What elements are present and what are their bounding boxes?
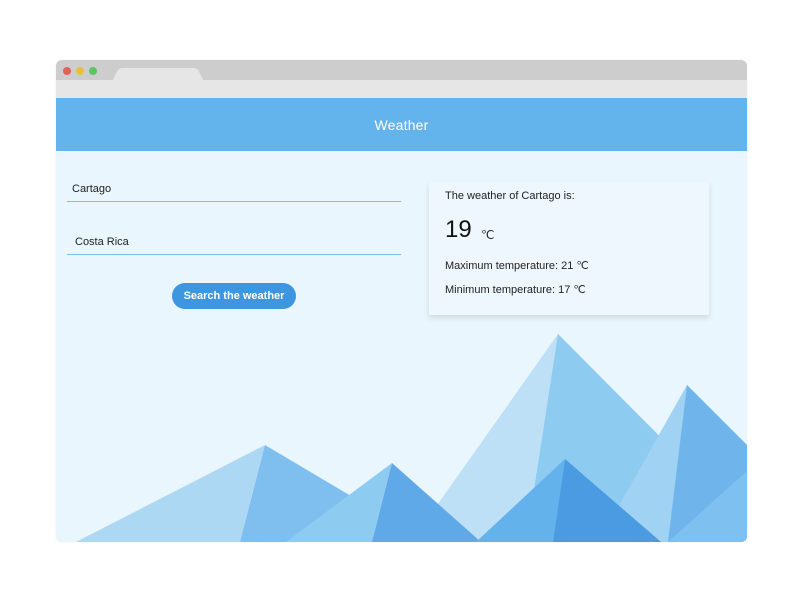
min-temperature: Minimum temperature: 17 ℃ bbox=[445, 284, 586, 296]
country-input-value[interactable]: Costa Rica bbox=[75, 236, 129, 248]
result-heading: The weather of Cartago is: bbox=[445, 190, 575, 202]
browser-tab[interactable] bbox=[113, 68, 203, 80]
browser-toolbar bbox=[56, 80, 747, 98]
browser-titlebar bbox=[56, 60, 747, 80]
minimize-window-dot-icon[interactable] bbox=[76, 67, 84, 75]
browser-window: Weather Cartago Costa Rica Search the we… bbox=[56, 60, 747, 542]
city-input-value[interactable]: Cartago bbox=[72, 183, 111, 195]
mountain-left-left bbox=[76, 445, 265, 542]
temperature-unit: ℃ bbox=[481, 228, 495, 242]
maximize-window-dot-icon[interactable] bbox=[89, 67, 97, 75]
weather-result-card: The weather of Cartago is: 19 ℃ Maximum … bbox=[429, 182, 709, 315]
main-content: Cartago Costa Rica Search the weather Th… bbox=[56, 151, 747, 542]
country-input[interactable]: Costa Rica bbox=[67, 232, 401, 255]
max-temperature: Maximum temperature: 21 ℃ bbox=[445, 260, 589, 272]
app-title: Weather bbox=[374, 116, 429, 133]
close-window-dot-icon[interactable] bbox=[63, 67, 71, 75]
current-temperature: 19 bbox=[445, 216, 472, 243]
search-weather-button[interactable]: Search the weather bbox=[172, 283, 296, 309]
city-input[interactable]: Cartago bbox=[67, 179, 401, 202]
app-header: Weather bbox=[56, 98, 747, 151]
